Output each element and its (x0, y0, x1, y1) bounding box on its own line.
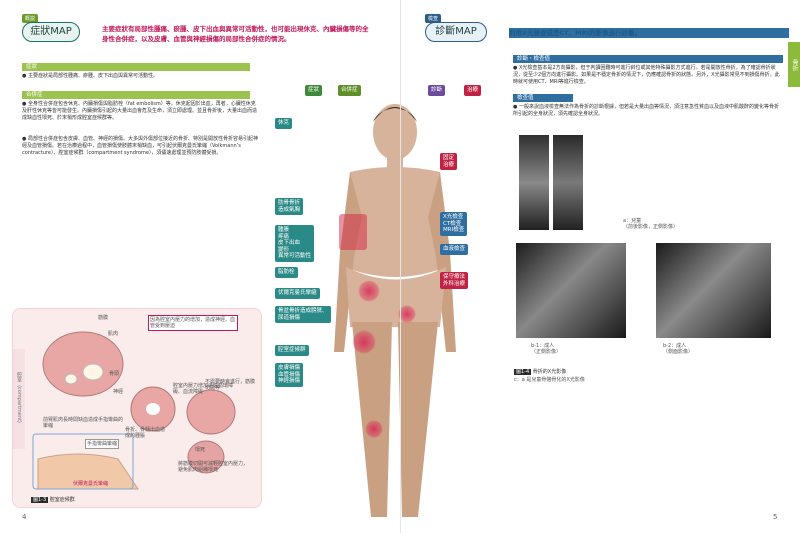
section-diagnosis-title: 診斷・檢查值 (513, 55, 783, 63)
section-symptoms-text: ● 主要症狀是局部性腫痛、瘀腫、皮下出血與異常可活動性。 (22, 73, 158, 79)
label-pelvic-fracture: 骨盆骨折造成膀胱、 尿道損傷 (275, 306, 331, 323)
xray-caption-a: a：兒童 （前後影像，正側影像） (623, 218, 679, 230)
section-complications-title: 合併症 (22, 91, 250, 99)
right-header-description: 利用X光檢查或是CT、MRI的影像進行診斷。 (509, 28, 789, 38)
right-page-number: 5 (773, 513, 778, 521)
hip-hotspot (358, 280, 380, 302)
label-volkmann: 伏爾克曼氏攣縮 (275, 288, 320, 299)
xray-child-ap (519, 135, 549, 230)
label-bone: 骨頭 (109, 371, 120, 377)
xray-caption-b1: b-1：成人 （正側影像） (531, 343, 562, 355)
section-lab-title: 檢查值 (513, 94, 573, 102)
note-compartment-pressure: 因為腔室內壓力的增加，造成神經、血管受到壓迫 (148, 315, 238, 331)
xray-adult-ap (516, 243, 626, 338)
figure-1-3-caption: 腔室症候群 (49, 497, 75, 503)
section-lab-text: ● 一般來說血液檢查無法作為骨折的診斷根據，但若是大量出血等情況，須注意急性貧血… (513, 104, 779, 118)
note-necrosis: 壞死 (195, 447, 206, 453)
section-diagnosis-text: ● X光檢查基本是2方向攝影，但于判讀困難時可進行斜位或其他特殊攝影方式進行。若… (513, 65, 780, 86)
label-compartment: 腔室症候群 (275, 345, 309, 356)
compartment-figure: 腔室（compartment） 筋膜 肌肉 骨頭 神經 因為腔室內壓力的增加，造… (12, 308, 262, 508)
section-complications-text-2: ● 局部性合併症包含皮膚、血管、神經的損傷。大多與外傷部位接近的骨折、特別是開放… (22, 136, 258, 157)
label-shock: 休克 (275, 118, 293, 129)
right-page: 檢查 診斷MAP 利用X光檢查或是CT、MRI的影像進行診斷。 骨折 診斷・檢查… (400, 0, 800, 533)
figure-1-4-subcaption: c：a 是兒童骨骼骨化的X光影像 (514, 377, 585, 383)
note-fascia-cut: 將筋膜切開可減輕腔室內壓力，避免肌肉組織壞死 (178, 461, 249, 473)
label-fat-embolism: 脂肪栓 (275, 267, 298, 278)
side-tab-fracture: 骨折 (788, 42, 800, 87)
section-symptoms-title: 症狀 (22, 63, 250, 71)
label-fascia: 筋膜 (98, 315, 109, 321)
figure-1-4-caption: 骨折的X光影像 (532, 369, 567, 375)
diagnosis-map-title: 診斷MAP (425, 22, 487, 42)
xray-caption-b2: b-2：成人 （側面影像） (663, 343, 694, 355)
note-pressure: 腔室內壓力增加造成循環障礙、血流障礙 (173, 383, 234, 395)
figure-1-3-number: 圖1-3 (31, 497, 49, 503)
label-rib-fracture: 肋骨骨折 造成氣胸 (275, 198, 304, 215)
note-bottom: 前臂肌肉長時間缺血造成手指彎曲的攣縮 (43, 417, 124, 429)
note-volkmann: 伏爾克曼氏攣縮 (73, 481, 109, 487)
left-header-description: 主要症狀有局部性腫痛、瘀腫、皮下出血與異常可活動性，也可能出現休克、內臟損傷等的… (102, 25, 369, 43)
xray-adult-lateral (656, 243, 771, 338)
note-bleed: 骨折、骨髓出血造成的腫脹 (125, 427, 166, 439)
figure-1-4-number: 圖1-4 (514, 369, 532, 375)
section-complications-text-1: ● 全身性合併症包含休克、內臟損傷與脂肪栓（fat embolism）等。休克起… (22, 101, 258, 122)
label-damage-list: 皮膚損傷 血管損傷 神經損傷 (275, 363, 304, 387)
label-muscle: 肌肉 (108, 331, 119, 337)
note-hand: 手指彎曲攣縮 (85, 439, 120, 449)
chest-hotspot (339, 214, 367, 250)
thigh-hotspot (352, 330, 376, 354)
xray-child-lateral (553, 135, 583, 230)
shin-hotspot (365, 420, 383, 438)
left-page-number: 4 (22, 513, 27, 521)
label-symptoms-list: 腫脹 疼痛 皮下出血 變形 異常可活動性 (275, 225, 315, 262)
label-nerve: 神經 (113, 389, 124, 395)
symptom-map-title: 症狀MAP (22, 22, 80, 42)
compartment-diagram (32, 331, 236, 490)
